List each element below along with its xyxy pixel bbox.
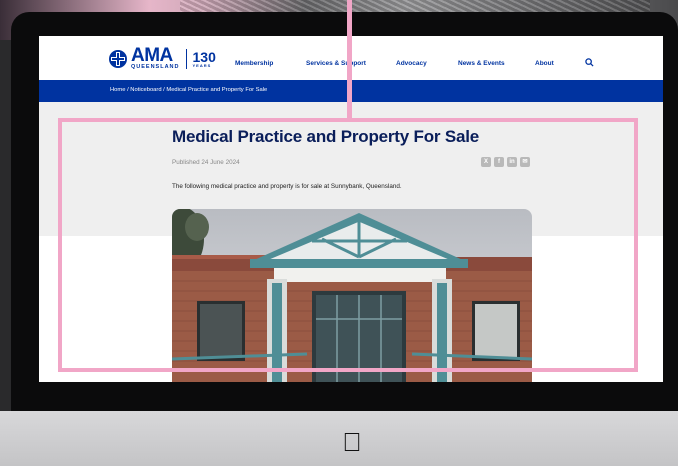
apple-logo-icon:  (339, 428, 365, 456)
logo-wordmark: AMA QUEENSLAND (131, 45, 180, 70)
search-icon[interactable] (585, 58, 594, 67)
logo-region: QUEENSLAND (131, 64, 180, 70)
anniversary-badge: 130 YEARS (193, 50, 216, 68)
highlight-frame (58, 118, 638, 372)
logo-divider (185, 49, 187, 69)
cross-icon (109, 50, 127, 68)
nav-about[interactable]: About (535, 60, 554, 67)
nav-advocacy[interactable]: Advocacy (396, 60, 427, 67)
breadcrumb[interactable]: Home / Noticeboard / Medical Practice an… (110, 87, 267, 93)
highlight-connector (347, 0, 352, 120)
ama-logo[interactable]: AMA QUEENSLAND 130 YEARS (108, 45, 216, 70)
nav-news-events[interactable]: News & Events (458, 60, 505, 67)
logo-brand: AMA (131, 45, 173, 66)
nav-services-support[interactable]: Services & Support (306, 60, 366, 67)
nav-membership[interactable]: Membership (235, 60, 273, 67)
